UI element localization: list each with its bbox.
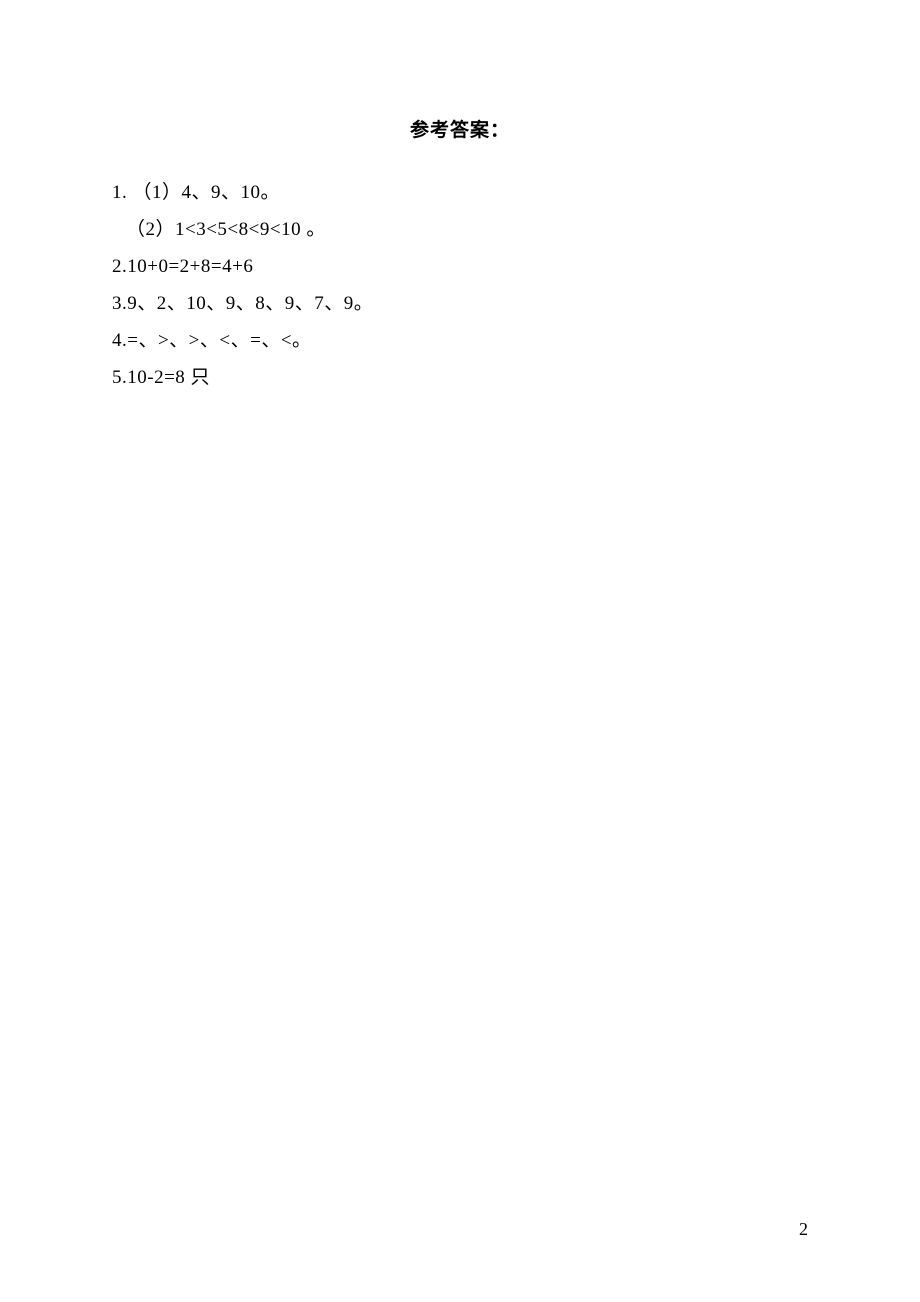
document-title: 参考答案： [112, 115, 808, 142]
answer-line-5: 4.=、>、>、<、=、<。 [112, 322, 808, 359]
answer-line-2: （2）1<3<5<8<9<10 。 [112, 211, 808, 248]
answer-line-3: 2.10+0=2+8=4+6 [112, 248, 808, 285]
answer-line-1: 1. （1）4、9、10。 [112, 174, 808, 211]
page-number: 2 [799, 1219, 808, 1240]
page-content: 参考答案： 1. （1）4、9、10。 （2）1<3<5<8<9<10 。 2.… [0, 0, 920, 396]
answer-line-4: 3.9、2、10、9、8、9、7、9。 [112, 285, 808, 322]
answer-line-6: 5.10-2=8 只 [112, 359, 808, 396]
